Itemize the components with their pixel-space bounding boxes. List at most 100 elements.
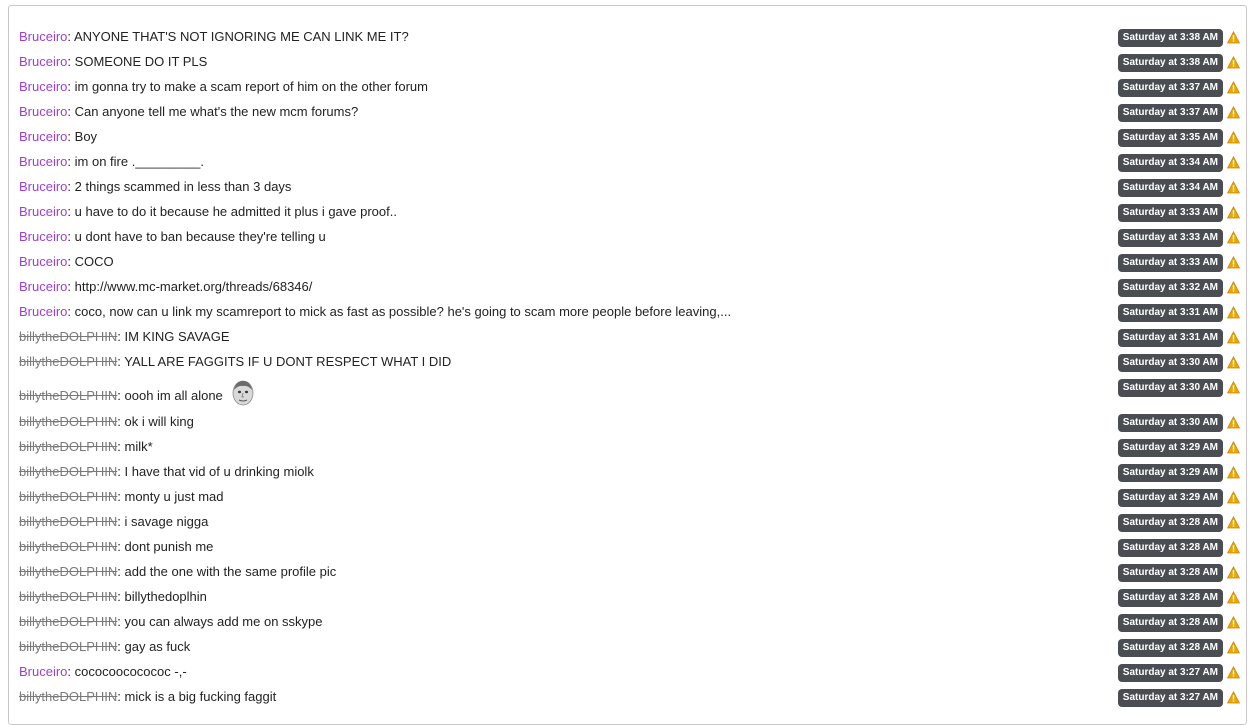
warning-icon[interactable] <box>1226 490 1241 504</box>
warning-icon[interactable] <box>1226 515 1241 529</box>
message-author[interactable]: billytheDOLPHIN <box>19 564 117 579</box>
warning-icon[interactable] <box>1226 305 1241 319</box>
message-author[interactable]: billytheDOLPHIN <box>19 354 117 369</box>
warning-icon[interactable] <box>1226 440 1241 454</box>
message-meta: Saturday at 3:34 AM <box>1117 178 1241 197</box>
warning-icon[interactable] <box>1226 180 1241 194</box>
warning-icon[interactable] <box>1226 105 1241 119</box>
message-timestamp[interactable]: Saturday at 3:32 AM <box>1117 278 1223 297</box>
warning-icon[interactable] <box>1226 80 1241 94</box>
message-author[interactable]: Bruceiro <box>19 229 67 244</box>
message-timestamp[interactable]: Saturday at 3:33 AM <box>1117 228 1223 247</box>
message-author[interactable]: billytheDOLPHIN <box>19 514 117 529</box>
message-timestamp[interactable]: Saturday at 3:33 AM <box>1117 253 1223 272</box>
message-timestamp[interactable]: Saturday at 3:31 AM <box>1117 328 1223 347</box>
message-timestamp[interactable]: Saturday at 3:37 AM <box>1117 78 1223 97</box>
chat-message: billytheDOLPHIN: dont punish me Saturday… <box>19 534 1246 559</box>
warning-icon[interactable] <box>1226 590 1241 604</box>
message-timestamp[interactable]: Saturday at 3:38 AM <box>1117 28 1223 47</box>
message-meta: Saturday at 3:33 AM <box>1117 253 1241 272</box>
warning-icon[interactable] <box>1226 355 1241 369</box>
warning-icon[interactable] <box>1226 615 1241 629</box>
message-author[interactable]: billytheDOLPHIN <box>19 329 117 344</box>
message-author[interactable]: Bruceiro <box>19 304 67 319</box>
message-timestamp[interactable]: Saturday at 3:31 AM <box>1117 303 1223 322</box>
message-meta: Saturday at 3:28 AM <box>1117 613 1241 632</box>
message-timestamp[interactable]: Saturday at 3:27 AM <box>1117 688 1223 707</box>
message-author[interactable]: billytheDOLPHIN <box>19 689 117 704</box>
warning-icon[interactable] <box>1226 130 1241 144</box>
message-author[interactable]: billytheDOLPHIN <box>19 464 117 479</box>
message-author[interactable]: Bruceiro <box>19 129 67 144</box>
message-link[interactable]: http://www.mc-market.org/threads/68346/ <box>75 279 313 294</box>
message-line: Bruceiro: Boy <box>19 128 97 146</box>
warning-icon[interactable] <box>1226 230 1241 244</box>
warning-icon[interactable] <box>1226 30 1241 44</box>
message-timestamp[interactable]: Saturday at 3:33 AM <box>1117 203 1223 222</box>
warning-icon[interactable] <box>1226 465 1241 479</box>
message-timestamp[interactable]: Saturday at 3:28 AM <box>1117 613 1223 632</box>
warning-icon[interactable] <box>1226 540 1241 554</box>
message-timestamp[interactable]: Saturday at 3:38 AM <box>1117 53 1223 72</box>
message-timestamp[interactable]: Saturday at 3:30 AM <box>1117 353 1223 372</box>
message-timestamp[interactable]: Saturday at 3:34 AM <box>1117 153 1223 172</box>
message-timestamp[interactable]: Saturday at 3:30 AM <box>1117 378 1223 397</box>
message-timestamp[interactable]: Saturday at 3:28 AM <box>1117 563 1223 582</box>
author-separator: : <box>67 54 75 69</box>
message-timestamp[interactable]: Saturday at 3:29 AM <box>1117 463 1223 482</box>
message-timestamp[interactable]: Saturday at 3:35 AM <box>1117 128 1223 147</box>
message-timestamp[interactable]: Saturday at 3:37 AM <box>1117 103 1223 122</box>
warning-icon[interactable] <box>1226 280 1241 294</box>
message-timestamp[interactable]: Saturday at 3:28 AM <box>1117 588 1223 607</box>
chat-message: billytheDOLPHIN: you can always add me o… <box>19 609 1246 634</box>
message-author[interactable]: Bruceiro <box>19 279 67 294</box>
warning-icon[interactable] <box>1226 380 1241 394</box>
message-author[interactable]: billytheDOLPHIN <box>19 589 117 604</box>
message-author[interactable]: billytheDOLPHIN <box>19 539 117 554</box>
warning-icon[interactable] <box>1226 690 1241 704</box>
warning-icon[interactable] <box>1226 255 1241 269</box>
warning-icon[interactable] <box>1226 665 1241 679</box>
message-text: 2 things scammed in less than 3 days <box>74 179 292 194</box>
author-separator: : <box>67 254 75 269</box>
message-author[interactable]: billytheDOLPHIN <box>19 614 117 629</box>
message-author[interactable]: Bruceiro <box>19 54 67 69</box>
message-timestamp[interactable]: Saturday at 3:28 AM <box>1117 638 1223 657</box>
message-timestamp[interactable]: Saturday at 3:34 AM <box>1117 178 1223 197</box>
message-timestamp[interactable]: Saturday at 3:28 AM <box>1117 538 1223 557</box>
author-separator: : <box>117 439 125 454</box>
message-author[interactable]: billytheDOLPHIN <box>19 439 117 454</box>
warning-icon[interactable] <box>1226 415 1241 429</box>
message-author[interactable]: billytheDOLPHIN <box>19 414 117 429</box>
message-author[interactable]: billytheDOLPHIN <box>19 388 117 403</box>
author-separator: : <box>117 539 125 554</box>
chat-log-panel: Bruceiro: ANYONE THAT'S NOT IGNORING ME … <box>8 5 1247 725</box>
message-author[interactable]: Bruceiro <box>19 179 67 194</box>
message-author[interactable]: Bruceiro <box>19 29 67 44</box>
message-author[interactable]: Bruceiro <box>19 154 67 169</box>
author-separator: : <box>117 589 125 604</box>
chat-message: Bruceiro: SOMEONE DO IT PLS Saturday at … <box>19 49 1246 74</box>
message-author[interactable]: Bruceiro <box>19 79 67 94</box>
message-timestamp[interactable]: Saturday at 3:27 AM <box>1117 663 1223 682</box>
message-timestamp[interactable]: Saturday at 3:28 AM <box>1117 513 1223 532</box>
message-author[interactable]: Bruceiro <box>19 664 67 679</box>
warning-icon[interactable] <box>1226 205 1241 219</box>
warning-icon[interactable] <box>1226 155 1241 169</box>
message-author[interactable]: Bruceiro <box>19 104 67 119</box>
chat-message: billytheDOLPHIN: YALL ARE FAGGITS IF U D… <box>19 349 1246 374</box>
message-timestamp[interactable]: Saturday at 3:29 AM <box>1117 438 1223 457</box>
warning-icon[interactable] <box>1226 330 1241 344</box>
message-author[interactable]: billytheDOLPHIN <box>19 639 117 654</box>
author-separator: : <box>117 489 125 504</box>
message-author[interactable]: Bruceiro <box>19 204 67 219</box>
chat-message: Bruceiro: cococoococococ -,- Saturday at… <box>19 659 1246 684</box>
message-line: billytheDOLPHIN: YALL ARE FAGGITS IF U D… <box>19 353 451 371</box>
warning-icon[interactable] <box>1226 640 1241 654</box>
warning-icon[interactable] <box>1226 565 1241 579</box>
warning-icon[interactable] <box>1226 55 1241 69</box>
message-author[interactable]: billytheDOLPHIN <box>19 489 117 504</box>
message-timestamp[interactable]: Saturday at 3:30 AM <box>1117 413 1223 432</box>
message-timestamp[interactable]: Saturday at 3:29 AM <box>1117 488 1223 507</box>
message-author[interactable]: Bruceiro <box>19 254 67 269</box>
